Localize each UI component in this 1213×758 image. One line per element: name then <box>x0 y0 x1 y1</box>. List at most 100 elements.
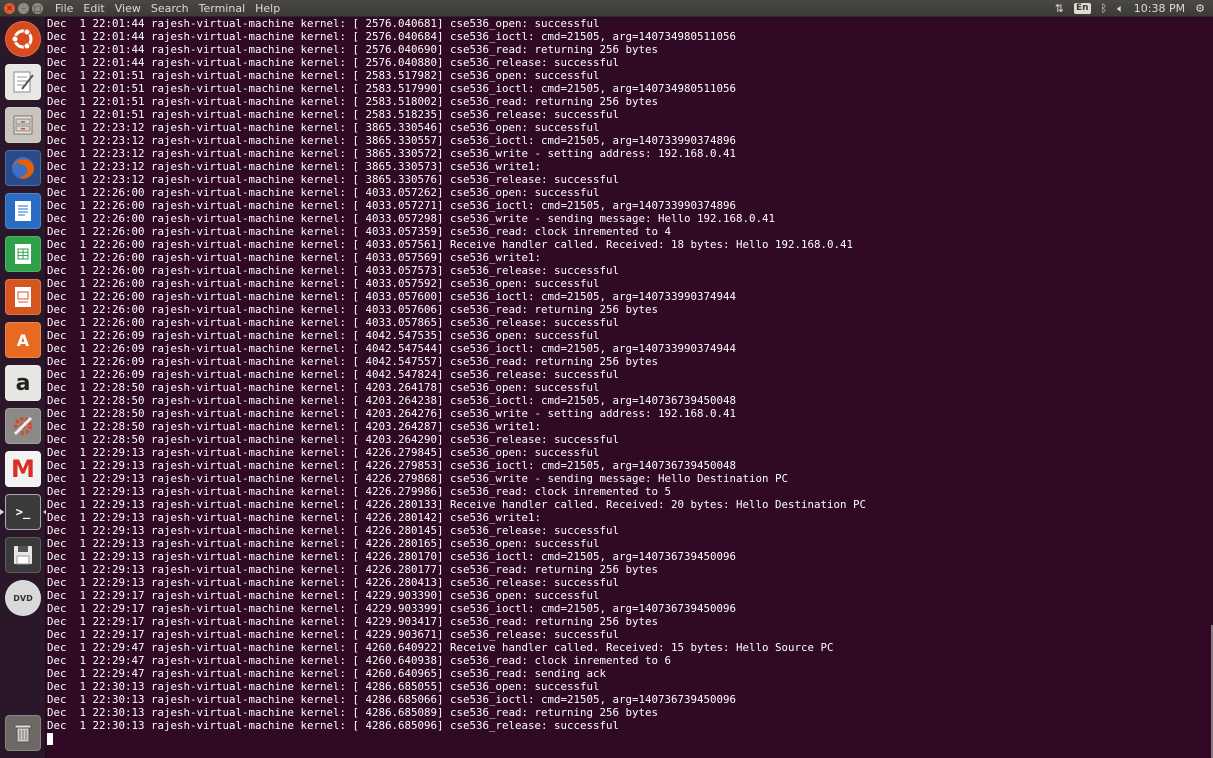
terminal-line: Dec 1 22:26:09 rajesh-virtual-machine ke… <box>47 342 737 355</box>
terminal-line: Dec 1 22:23:12 rajesh-virtual-machine ke… <box>47 147 737 160</box>
terminal-line: Dec 1 22:23:12 rajesh-virtual-machine ke… <box>47 121 600 134</box>
prompt-line[interactable] <box>47 732 1213 745</box>
terminal-line: Dec 1 22:26:00 rajesh-virtual-machine ke… <box>47 303 659 316</box>
gmail-launcher[interactable]: M <box>5 451 41 487</box>
terminal-line: Dec 1 22:29:47 rajesh-virtual-machine ke… <box>47 654 672 667</box>
top-panel: ✕ – □ File Edit View Search Terminal Hel… <box>0 0 1213 17</box>
terminal-line: Dec 1 22:29:13 rajesh-virtual-machine ke… <box>47 576 620 589</box>
terminal-line: Dec 1 22:29:17 rajesh-virtual-machine ke… <box>47 602 737 615</box>
system-tray: ⇅ En ᛒ 🔈︎ 10:38 PM ⚙ <box>1055 0 1213 17</box>
terminal-line: Dec 1 22:29:17 rajesh-virtual-machine ke… <box>47 628 620 641</box>
terminal-output: Dec 1 22:01:44 rajesh-virtual-machine ke… <box>46 17 1213 745</box>
terminal-line: Dec 1 22:26:00 rajesh-virtual-machine ke… <box>47 186 600 199</box>
terminal-line: Dec 1 22:23:12 rajesh-virtual-machine ke… <box>47 160 542 173</box>
terminal-line: Dec 1 22:23:12 rajesh-virtual-machine ke… <box>47 173 620 186</box>
terminal-line: Dec 1 22:01:44 rajesh-virtual-machine ke… <box>47 56 620 69</box>
menu-edit[interactable]: Edit <box>83 0 104 17</box>
spreadsheet-icon <box>15 244 31 264</box>
volume-icon[interactable]: 🔈︎ <box>1117 0 1124 17</box>
menu-file[interactable]: File <box>55 0 73 17</box>
presentation-icon <box>15 287 31 307</box>
menu-terminal[interactable]: Terminal <box>199 0 246 17</box>
text-cursor <box>47 733 53 745</box>
terminal-line: Dec 1 22:26:00 rajesh-virtual-machine ke… <box>47 264 620 277</box>
launcher: A a M >_ DVD <box>0 17 47 758</box>
terminal-line: Dec 1 22:29:13 rajesh-virtual-machine ke… <box>47 459 737 472</box>
terminal-line: Dec 1 22:29:47 rajesh-virtual-machine ke… <box>47 641 834 654</box>
file-cabinet-icon <box>13 115 33 135</box>
gmail-icon: M <box>11 455 35 483</box>
terminal-line: Dec 1 22:26:00 rajesh-virtual-machine ke… <box>47 251 542 264</box>
terminal-line: Dec 1 22:26:00 rajesh-virtual-machine ke… <box>47 316 620 329</box>
terminal-line: Dec 1 22:28:50 rajesh-virtual-machine ke… <box>47 407 737 420</box>
terminal-line: Dec 1 22:26:00 rajesh-virtual-machine ke… <box>47 277 600 290</box>
terminal-line: Dec 1 22:29:47 rajesh-virtual-machine ke… <box>47 667 607 680</box>
menu-bar: File Edit View Search Terminal Help <box>48 0 280 17</box>
terminal-line: Dec 1 22:30:13 rajesh-virtual-machine ke… <box>47 680 600 693</box>
minimize-window-button[interactable]: – <box>18 2 29 14</box>
terminal-line: Dec 1 22:29:13 rajesh-virtual-machine ke… <box>47 511 542 524</box>
maximize-window-button[interactable]: □ <box>32 2 43 14</box>
terminal-line: Dec 1 22:29:13 rajesh-virtual-machine ke… <box>47 550 737 563</box>
terminal-line: Dec 1 22:28:50 rajesh-virtual-machine ke… <box>47 394 737 407</box>
terminal-line: Dec 1 22:26:00 rajesh-virtual-machine ke… <box>47 290 737 303</box>
terminal-icon: >_ <box>15 505 31 519</box>
terminal-line: Dec 1 22:01:51 rajesh-virtual-machine ke… <box>47 69 600 82</box>
menu-view[interactable]: View <box>115 0 141 17</box>
firefox-launcher[interactable] <box>5 150 41 186</box>
close-window-button[interactable]: ✕ <box>4 2 15 14</box>
trash-icon <box>14 724 32 743</box>
calc-launcher[interactable] <box>5 236 41 272</box>
text-editor-launcher[interactable] <box>5 64 41 100</box>
floppy-disk-icon <box>14 546 32 565</box>
shopping-bag-icon: A <box>16 330 30 350</box>
document-icon <box>15 201 31 221</box>
writer-launcher[interactable] <box>5 193 41 229</box>
terminal-line: Dec 1 22:30:13 rajesh-virtual-machine ke… <box>47 693 737 706</box>
settings-wrench-icon <box>13 416 33 436</box>
system-settings-launcher[interactable] <box>5 408 41 444</box>
terminal-window[interactable]: Dec 1 22:01:44 rajesh-virtual-machine ke… <box>46 17 1213 758</box>
window-controls: ✕ – □ <box>0 2 48 14</box>
ubuntu-dash-button[interactable] <box>5 21 41 57</box>
terminal-line: Dec 1 22:28:50 rajesh-virtual-machine ke… <box>47 433 620 446</box>
terminal-line: Dec 1 22:29:13 rajesh-virtual-machine ke… <box>47 537 600 550</box>
running-indicator <box>0 509 4 515</box>
terminal-line: Dec 1 22:28:50 rajesh-virtual-machine ke… <box>47 381 600 394</box>
terminal-line: Dec 1 22:29:13 rajesh-virtual-machine ke… <box>47 498 867 511</box>
terminal-line: Dec 1 22:01:44 rajesh-virtual-machine ke… <box>47 30 737 43</box>
terminal-line: Dec 1 22:01:44 rajesh-virtual-machine ke… <box>47 43 659 56</box>
terminal-line: Dec 1 22:29:13 rajesh-virtual-machine ke… <box>47 485 672 498</box>
terminal-line: Dec 1 22:26:00 rajesh-virtual-machine ke… <box>47 199 737 212</box>
gear-icon[interactable]: ⚙ <box>1195 0 1205 17</box>
terminal-line: Dec 1 22:26:00 rajesh-virtual-machine ke… <box>47 238 854 251</box>
desktop: ✕ – □ File Edit View Search Terminal Hel… <box>0 0 1213 758</box>
clock[interactable]: 10:38 PM <box>1134 0 1185 17</box>
software-center-launcher[interactable]: A <box>5 322 41 358</box>
save-disk-launcher[interactable] <box>5 537 41 573</box>
terminal-line: Dec 1 22:23:12 rajesh-virtual-machine ke… <box>47 134 737 147</box>
terminal-line: Dec 1 22:01:51 rajesh-virtual-machine ke… <box>47 95 659 108</box>
terminal-line: Dec 1 22:29:17 rajesh-virtual-machine ke… <box>47 615 659 628</box>
menu-search[interactable]: Search <box>151 0 189 17</box>
trash-launcher[interactable] <box>5 715 41 751</box>
network-updown-icon[interactable]: ⇅ <box>1055 0 1064 17</box>
terminal-line: Dec 1 22:26:09 rajesh-virtual-machine ke… <box>47 329 600 342</box>
terminal-launcher[interactable]: >_ <box>0 494 47 530</box>
terminal-line: Dec 1 22:29:13 rajesh-virtual-machine ke… <box>47 472 789 485</box>
menu-help[interactable]: Help <box>255 0 280 17</box>
terminal-line: Dec 1 22:01:44 rajesh-virtual-machine ke… <box>47 17 600 30</box>
terminal-line: Dec 1 22:29:17 rajesh-virtual-machine ke… <box>47 589 600 602</box>
terminal-line: Dec 1 22:29:13 rajesh-virtual-machine ke… <box>47 446 600 459</box>
amazon-launcher[interactable]: a <box>5 365 41 401</box>
terminal-line: Dec 1 22:26:00 rajesh-virtual-machine ke… <box>47 212 776 225</box>
terminal-line: Dec 1 22:29:13 rajesh-virtual-machine ke… <box>47 563 659 576</box>
files-launcher[interactable] <box>5 107 41 143</box>
impress-launcher[interactable] <box>5 279 41 315</box>
bluetooth-icon[interactable]: ᛒ <box>1101 0 1108 17</box>
terminal-line: Dec 1 22:30:13 rajesh-virtual-machine ke… <box>47 706 659 719</box>
text-editor-icon <box>13 71 34 93</box>
terminal-line: Dec 1 22:01:51 rajesh-virtual-machine ke… <box>47 82 737 95</box>
dvd-launcher[interactable]: DVD <box>5 580 41 616</box>
keyboard-language-indicator[interactable]: En <box>1074 2 1091 14</box>
